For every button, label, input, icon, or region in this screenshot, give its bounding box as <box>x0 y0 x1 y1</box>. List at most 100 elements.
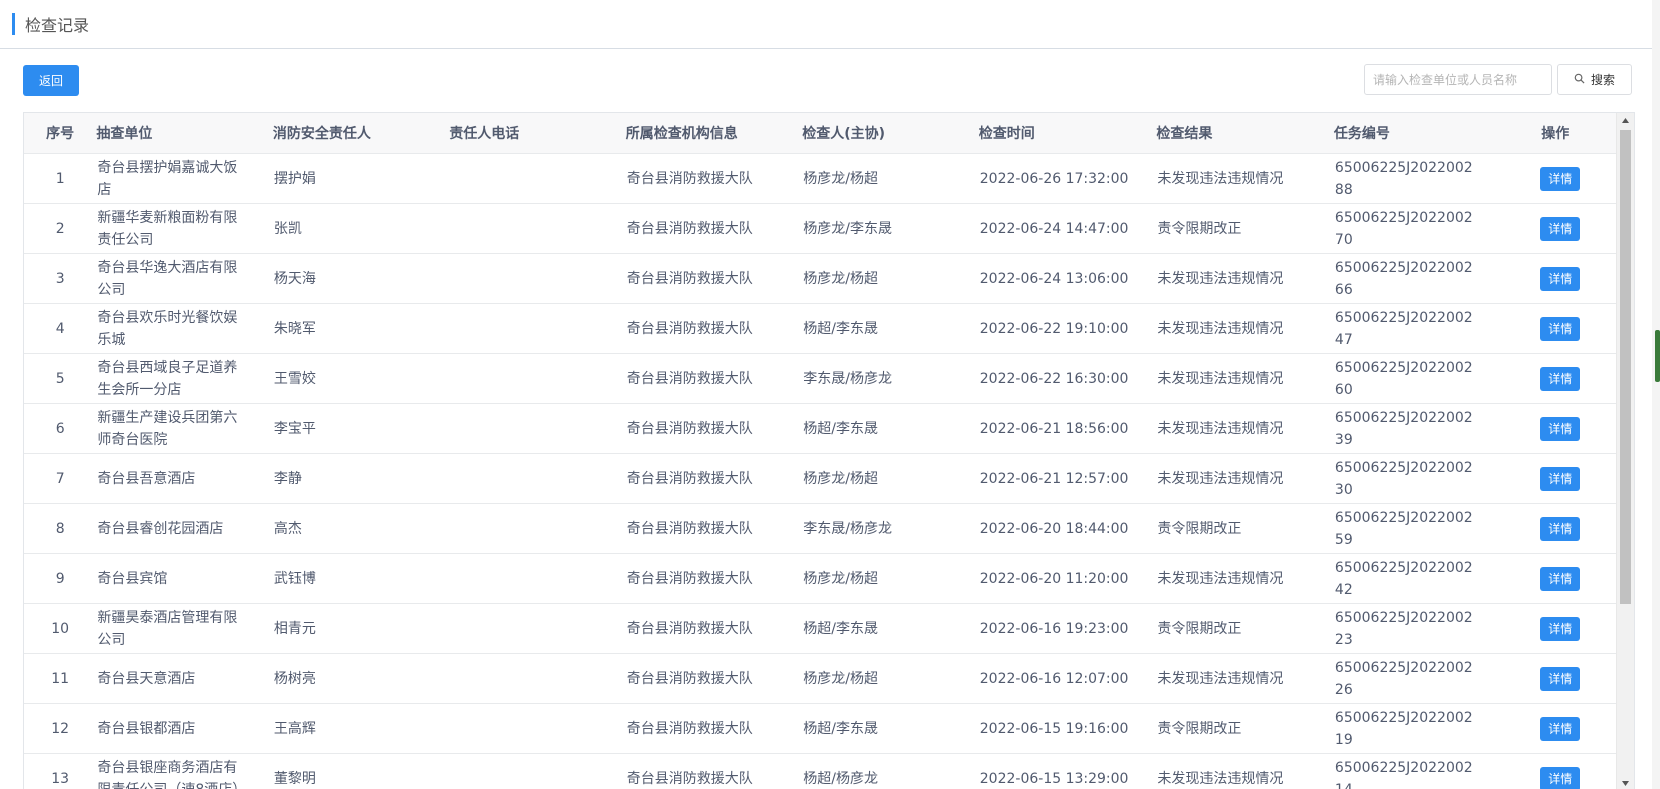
cell-result: 未发现违法违规情况 <box>1156 353 1334 404</box>
cell-owner: 摆护娟 <box>272 153 450 204</box>
cell-unit: 奇台县银都酒店 <box>96 703 273 754</box>
cell-unit: 奇台县天意酒店 <box>96 653 273 704</box>
cell-owner: 王高辉 <box>272 703 450 754</box>
cell-no: 9 <box>24 553 97 604</box>
cell-time: 2022-06-22 16:30:00 <box>978 353 1157 404</box>
cell-phone <box>449 403 626 454</box>
cell-task: 65006225J202200242 <box>1333 553 1512 604</box>
table-row: 4 奇台县欢乐时光餐饮娱乐城 朱晓军 奇台县消防救援大队 杨超/李东晟 2022-06-2… <box>24 303 1619 354</box>
table-scrollbar[interactable] <box>1616 113 1634 789</box>
column-header-action: 操作 <box>1511 113 1619 154</box>
cell-unit: 新疆昊泰酒店管理有限公司 <box>96 603 273 654</box>
column-header-phone: 责任人电话 <box>449 113 626 154</box>
cell-task: 65006225J202200288 <box>1333 153 1512 204</box>
search-button-label: 搜索 <box>1590 73 1615 87</box>
cell-result: 未发现违法违规情况 <box>1156 403 1334 454</box>
cell-inspector: 杨彦龙/杨超 <box>802 553 979 604</box>
cell-time: 2022-06-20 18:44:00 <box>978 503 1157 554</box>
scroll-up-arrow-icon[interactable] <box>1617 113 1634 127</box>
cell-owner: 高杰 <box>272 503 450 554</box>
cell-phone <box>449 603 626 654</box>
table-row: 8 奇台县睿创花园酒店 高杰 奇台县消防救援大队 李东晟/杨彦龙 2022-06-20 1… <box>24 503 1619 554</box>
cell-unit: 奇台县西域良子足道养生会所一分店 <box>96 353 273 404</box>
cell-result: 未发现违法违规情况 <box>1156 453 1334 504</box>
detail-button[interactable]: 详情 <box>1540 616 1581 641</box>
cell-time: 2022-06-16 12:07:00 <box>978 653 1157 704</box>
cell-org: 奇台县消防救援大队 <box>625 403 803 454</box>
cell-inspector: 杨超/李东晟 <box>802 303 979 354</box>
detail-button[interactable]: 详情 <box>1540 516 1581 541</box>
cell-inspector: 杨彦龙/杨超 <box>802 253 979 304</box>
cell-inspector: 杨彦龙/杨超 <box>802 453 979 504</box>
title-accent-bar <box>12 13 15 35</box>
cell-org: 奇台县消防救援大队 <box>625 303 803 354</box>
table-row: 3 奇台县华逸大酒店有限公司 杨天海 奇台县消防救援大队 杨彦龙/杨超 2022-06-2… <box>24 253 1619 304</box>
cell-phone <box>449 303 626 354</box>
column-header-owner: 消防安全责任人 <box>272 113 450 154</box>
page-scrollbar-thumb[interactable] <box>1655 330 1660 382</box>
cell-no: 1 <box>24 153 97 204</box>
column-header-time: 检查时间 <box>978 113 1157 154</box>
cell-result: 未发现违法违规情况 <box>1156 153 1334 204</box>
table-scrollbar-thumb[interactable] <box>1620 130 1631 604</box>
cell-time: 2022-06-15 19:16:00 <box>978 703 1157 754</box>
cell-org: 奇台县消防救援大队 <box>625 153 803 204</box>
search-icon <box>1574 73 1585 87</box>
cell-time: 2022-06-21 18:56:00 <box>978 403 1157 454</box>
back-button[interactable]: 返回 <box>23 65 79 96</box>
cell-unit: 新疆生产建设兵团第六师奇台医院 <box>96 403 273 454</box>
table-header-row: 序号 抽查单位 消防安全责任人 责任人电话 所属检查机构信息 检查人(主协) 检查时间 检查结… <box>24 113 1619 154</box>
cell-action: 详情 <box>1511 503 1619 554</box>
cell-owner: 董黎明 <box>272 753 450 789</box>
page: 检查记录 返回 搜索 序号抽查单位消防安全责任人责任人电话所属检查机构信息检查人… <box>0 0 1660 789</box>
cell-org: 奇台县消防救援大队 <box>625 253 803 304</box>
search-input[interactable] <box>1364 64 1552 95</box>
detail-button[interactable]: 详情 <box>1540 666 1581 691</box>
detail-button[interactable]: 详情 <box>1540 216 1581 241</box>
table-row: 5 奇台县西域良子足道养生会所一分店 王雪姣 奇台县消防救援大队 李东晟/杨彦龙 2022… <box>24 353 1619 404</box>
cell-org: 奇台县消防救援大队 <box>625 203 803 254</box>
cell-time: 2022-06-26 17:32:00 <box>978 153 1157 204</box>
cell-time: 2022-06-16 19:23:00 <box>978 603 1157 654</box>
table-body: 1 奇台县摆护娟嘉诚大饭店 摆护娟 奇台县消防救援大队 杨彦龙/杨超 2022-06-26… <box>24 153 1619 789</box>
cell-task: 65006225J202200266 <box>1333 253 1512 304</box>
cell-task: 65006225J202200230 <box>1333 453 1512 504</box>
detail-button[interactable]: 详情 <box>1540 716 1581 741</box>
cell-no: 4 <box>24 303 97 354</box>
cell-time: 2022-06-15 13:29:00 <box>978 753 1157 789</box>
scroll-down-arrow-icon[interactable] <box>1617 776 1634 789</box>
cell-action: 详情 <box>1511 203 1619 254</box>
cell-unit: 奇台县华逸大酒店有限公司 <box>96 253 273 304</box>
cell-result: 未发现违法违规情况 <box>1156 303 1334 354</box>
cell-task: 65006225J202200260 <box>1333 353 1512 404</box>
detail-button[interactable]: 详情 <box>1540 266 1581 291</box>
detail-button[interactable]: 详情 <box>1540 416 1581 441</box>
cell-unit: 奇台县吾意酒店 <box>96 453 273 504</box>
detail-button[interactable]: 详情 <box>1540 366 1581 391</box>
cell-no: 6 <box>24 403 97 454</box>
page-scrollbar[interactable] <box>1652 0 1660 789</box>
column-header-unit: 抽查单位 <box>96 113 273 154</box>
detail-button[interactable]: 详情 <box>1540 466 1581 491</box>
cell-action: 详情 <box>1511 653 1619 704</box>
detail-button[interactable]: 详情 <box>1540 166 1581 191</box>
cell-time: 2022-06-22 19:10:00 <box>978 303 1157 354</box>
cell-result: 责令限期改正 <box>1156 203 1334 254</box>
detail-button[interactable]: 详情 <box>1540 316 1581 341</box>
cell-owner: 王雪姣 <box>272 353 450 404</box>
cell-org: 奇台县消防救援大队 <box>625 603 803 654</box>
cell-owner: 杨树亮 <box>272 653 450 704</box>
column-header-result: 检查结果 <box>1156 113 1334 154</box>
detail-button[interactable]: 详情 <box>1540 766 1581 789</box>
cell-action: 详情 <box>1511 703 1619 754</box>
search-button[interactable]: 搜索 <box>1557 64 1632 95</box>
detail-button[interactable]: 详情 <box>1540 566 1581 591</box>
cell-inspector: 杨超/李东晟 <box>802 603 979 654</box>
cell-no: 8 <box>24 503 97 554</box>
cell-inspector: 李东晟/杨彦龙 <box>802 353 979 404</box>
cell-task: 65006225J202200226 <box>1333 653 1512 704</box>
cell-result: 责令限期改正 <box>1156 503 1334 554</box>
cell-action: 详情 <box>1511 453 1619 504</box>
cell-task: 65006225J202200270 <box>1333 203 1512 254</box>
cell-no: 11 <box>24 653 97 704</box>
